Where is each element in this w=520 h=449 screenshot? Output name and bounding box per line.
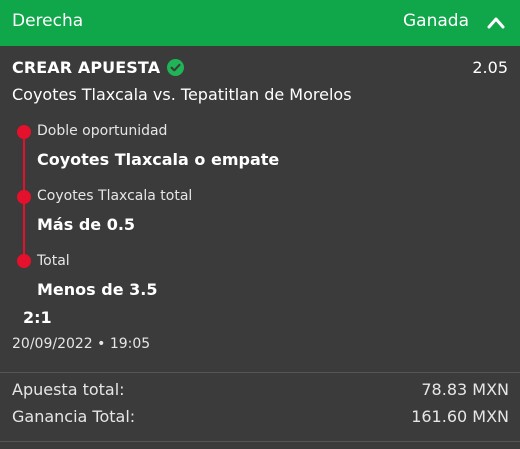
winnings-label: Ganancia Total:	[12, 407, 136, 426]
selection-dot	[17, 190, 31, 204]
bet-side-title: Derecha	[12, 11, 84, 31]
stake-label: Apuesta total:	[12, 380, 125, 399]
check-circle-icon	[167, 59, 185, 76]
winnings-row: Ganancia Total: 161.60 MXN	[12, 407, 509, 426]
selection-market: Total	[37, 253, 70, 269]
bet-status-label: Ganada	[403, 11, 469, 31]
chevron-up-icon[interactable]	[486, 13, 506, 33]
selection-pick: Coyotes Tlaxcala o empate	[37, 150, 280, 169]
match-name: Coyotes Tlaxcala vs. Tepatitlan de Morel…	[12, 85, 352, 104]
bet-details: CREAR APUESTA 2.05 Coyotes Tlaxcala vs. …	[0, 46, 520, 372]
bottom-divider	[0, 441, 520, 442]
bet-card-header[interactable]: Derecha Ganada	[0, 0, 520, 46]
bet-datetime: 20/09/2022 • 19:05	[12, 336, 151, 352]
selection-pick: Menos de 3.5	[37, 280, 158, 299]
selection-pick: Más de 0.5	[37, 215, 136, 234]
final-score: 2:1	[23, 308, 52, 327]
bet-odds: 2.05	[472, 58, 508, 77]
bet-type-label: CREAR APUESTA	[12, 58, 161, 77]
stake-row: Apuesta total: 78.83 MXN	[12, 380, 509, 399]
summary-divider	[0, 372, 520, 373]
selection-market: Coyotes Tlaxcala total	[37, 188, 193, 204]
winnings-value: 161.60 MXN	[411, 407, 509, 426]
selection-dot	[17, 254, 31, 268]
selection-market: Doble oportunidad	[37, 123, 168, 139]
stake-value: 78.83 MXN	[421, 380, 509, 399]
selection-dot	[17, 125, 31, 139]
bet-type-row: CREAR APUESTA	[12, 58, 185, 77]
